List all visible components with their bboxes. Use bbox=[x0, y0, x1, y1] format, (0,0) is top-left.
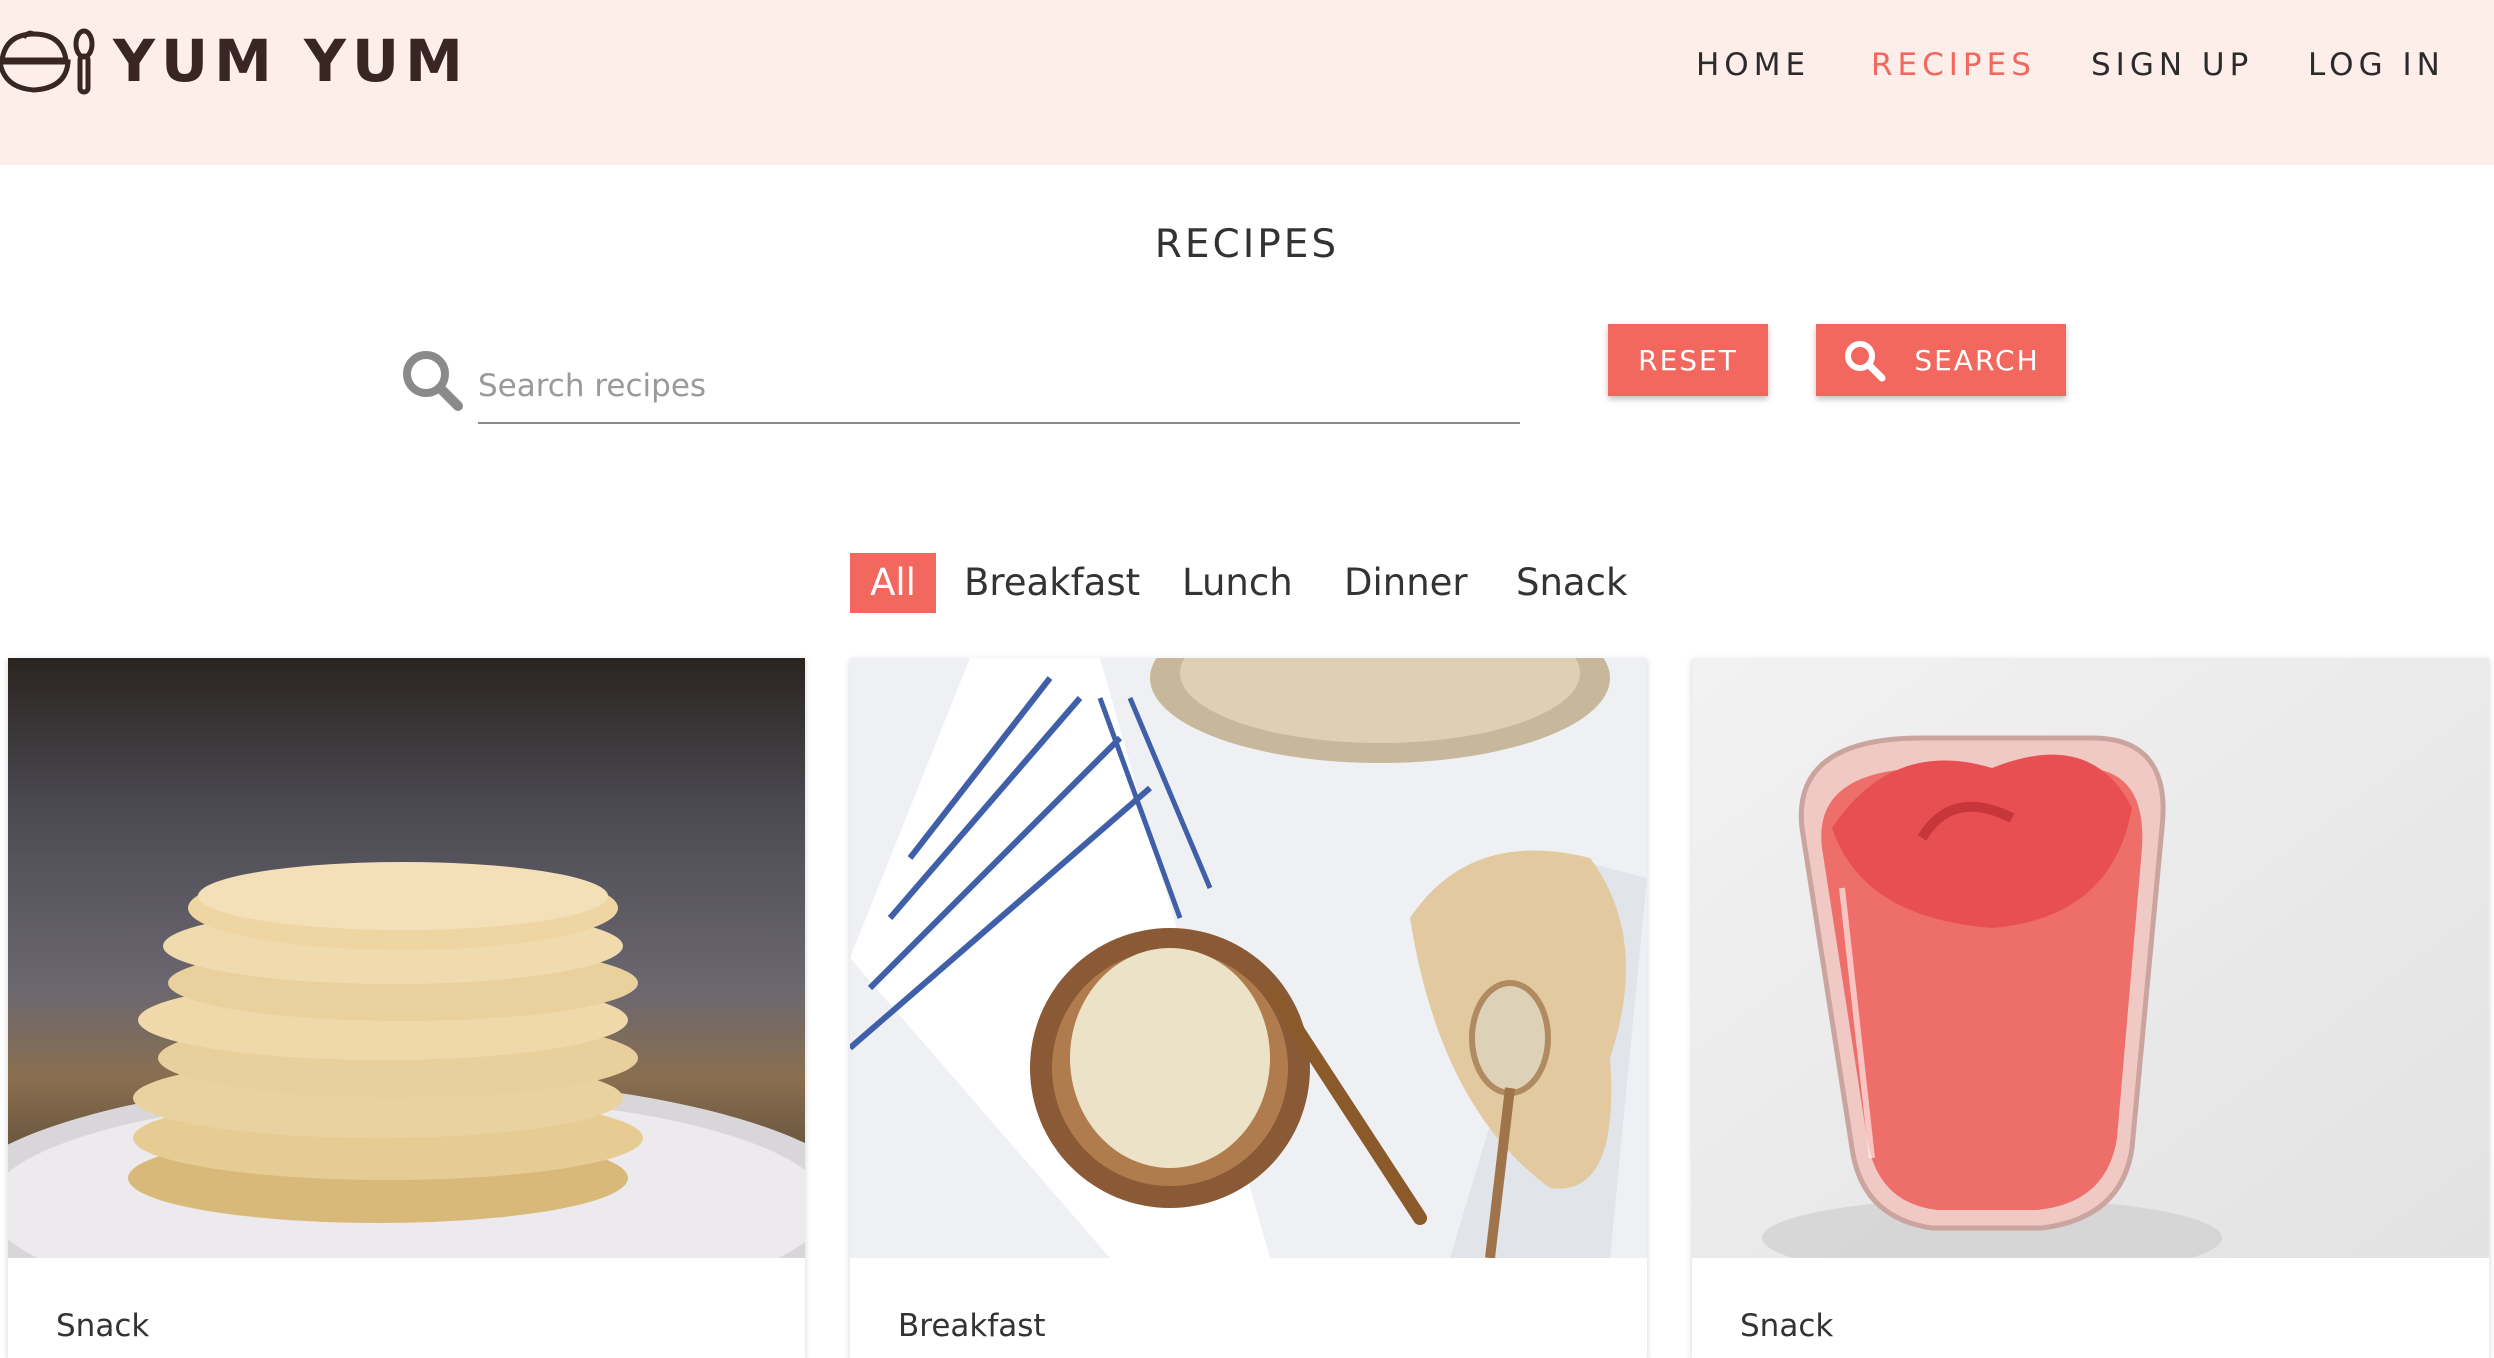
tab-all[interactable]: All bbox=[850, 553, 936, 613]
nav-log-in[interactable]: LOG IN bbox=[2308, 40, 2445, 90]
search-icon bbox=[403, 351, 463, 411]
search-button-label: SEARCH bbox=[1914, 343, 2040, 377]
recipe-card[interactable]: Snack bbox=[8, 658, 805, 1358]
search-button[interactable]: SEARCH bbox=[1816, 324, 2066, 396]
recipe-category: Snack bbox=[1740, 1308, 1834, 1344]
smoothie-image[interactable] bbox=[1692, 658, 2489, 1258]
category-filter-tabs: All Breakfast Lunch Dinner Snack bbox=[0, 553, 2494, 613]
recipe-card[interactable]: Snack bbox=[1692, 658, 2489, 1358]
tab-dinner[interactable]: Dinner bbox=[1344, 553, 1468, 613]
search-input[interactable] bbox=[478, 350, 1520, 424]
recipe-card[interactable]: Breakfast bbox=[850, 658, 1647, 1358]
search-icon bbox=[1845, 341, 1886, 382]
tab-lunch[interactable]: Lunch bbox=[1182, 553, 1293, 613]
nav-recipes[interactable]: RECIPES bbox=[1871, 40, 2036, 90]
recipe-category: Snack bbox=[56, 1308, 150, 1344]
brand-name[interactable]: YUM YUM bbox=[113, 26, 469, 96]
tab-breakfast[interactable]: Breakfast bbox=[964, 553, 1140, 613]
reset-button-label: RESET bbox=[1638, 343, 1738, 377]
recipe-category: Breakfast bbox=[898, 1308, 1046, 1344]
page-title: RECIPES bbox=[1154, 222, 1340, 267]
nav-home[interactable]: HOME bbox=[1696, 40, 1810, 90]
reset-button[interactable]: RESET bbox=[1608, 324, 1768, 396]
nav-sign-up[interactable]: SIGN UP bbox=[2091, 40, 2253, 90]
pancakes-image[interactable] bbox=[8, 658, 805, 1258]
tab-snack[interactable]: Snack bbox=[1516, 553, 1627, 613]
bowl-spoon-logo-icon[interactable] bbox=[0, 26, 100, 96]
header: YUM YUM HOME RECIPES SIGN UP LOG IN bbox=[0, 0, 2494, 165]
oatmeal-image[interactable] bbox=[850, 658, 1647, 1258]
